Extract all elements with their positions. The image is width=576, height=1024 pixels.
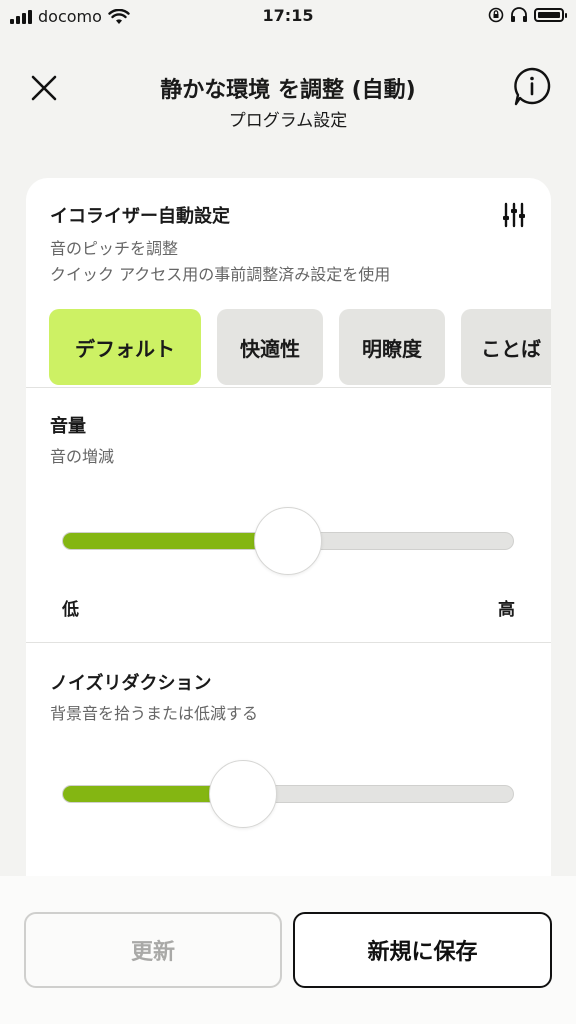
action-bar: 更新 新規に保存 — [0, 876, 576, 1024]
noise-reduction-section: ノイズリダクション 背景音を拾うまたは低減する — [26, 643, 551, 898]
update-button[interactable]: 更新 — [24, 912, 282, 988]
header: 静かな環境 を調整 (自動) プログラム設定 — [0, 60, 576, 140]
volume-min-label: 低 — [62, 600, 79, 620]
volume-max-label: 高 — [498, 600, 515, 620]
settings-card: イコライザー自動設定 音のピッチを調整 クイック アクセス用の事前調整済み設定を… — [26, 178, 551, 898]
status-bar: docomo 17:15 — [0, 0, 576, 34]
preset-clarity[interactable]: 明瞭度 — [339, 309, 445, 385]
preset-comfort[interactable]: 快適性 — [217, 309, 323, 385]
info-icon[interactable] — [512, 66, 552, 108]
status-icons — [488, 7, 567, 23]
battery-icon — [534, 8, 567, 22]
page-title: 静かな環境 を調整 (自動) — [160, 78, 416, 103]
preset-speech[interactable]: ことば — [461, 309, 551, 385]
volume-slider-thumb[interactable] — [254, 507, 322, 575]
headphones-icon — [511, 7, 527, 22]
equalizer-title: イコライザー自動設定 — [50, 206, 230, 227]
noise-reduction-slider[interactable] — [62, 785, 514, 803]
equalizer-description-2: クイック アクセス用の事前調整済み設定を使用 — [50, 265, 391, 284]
volume-section: 音量 音の増減 低 高 — [26, 388, 551, 643]
preset-default[interactable]: デフォルト — [49, 309, 201, 385]
noise-reduction-description: 背景音を拾うまたは低減する — [50, 704, 259, 723]
preset-list: デフォルト 快適性 明瞭度 ことば — [49, 309, 551, 385]
save-new-button[interactable]: 新規に保存 — [293, 912, 552, 988]
noise-reduction-slider-thumb[interactable] — [208, 760, 277, 828]
orientation-lock-icon — [488, 7, 504, 23]
volume-description: 音の増減 — [50, 447, 115, 466]
equalizer-section: イコライザー自動設定 音のピッチを調整 クイック アクセス用の事前調整済み設定を… — [26, 178, 551, 388]
sliders-icon[interactable] — [501, 202, 527, 228]
noise-reduction-title: ノイズリダクション — [50, 673, 212, 694]
page-subtitle: プログラム設定 — [228, 111, 348, 131]
volume-title: 音量 — [50, 416, 86, 437]
equalizer-description-1: 音のピッチを調整 — [50, 239, 179, 258]
